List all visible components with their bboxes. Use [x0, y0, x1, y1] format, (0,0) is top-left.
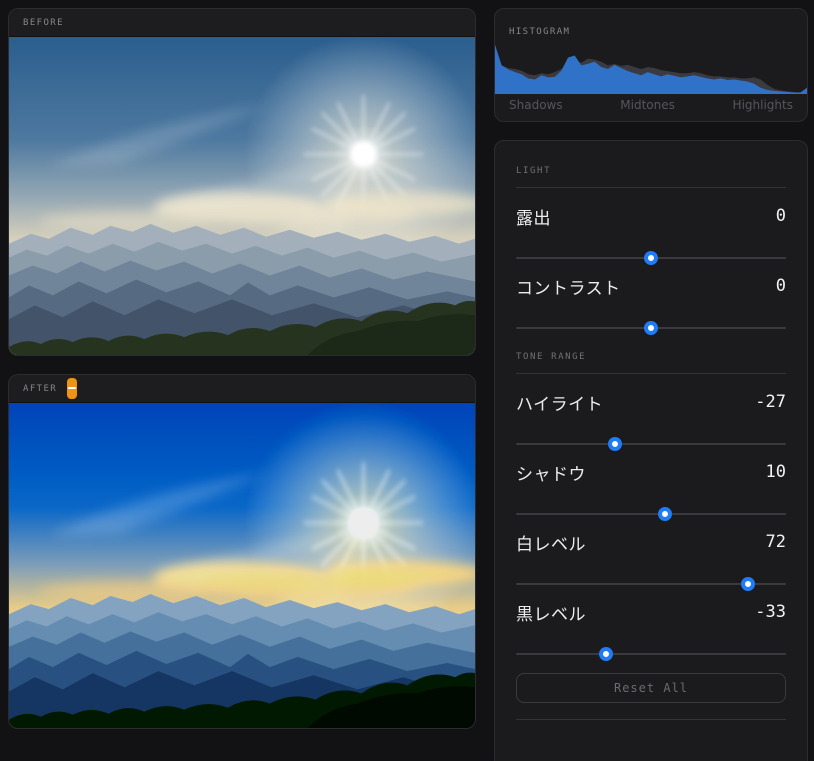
slider-highlights: ハイライト -27: [516, 390, 786, 451]
histogram-header: HISTOGRAM: [495, 9, 807, 42]
histogram-chart: [495, 42, 807, 94]
slider-contrast: コントラスト 0: [516, 274, 786, 335]
slider-whites-track[interactable]: [516, 577, 786, 591]
slider-exposure-value: 0: [775, 206, 786, 226]
slider-highlights-value: -27: [755, 392, 786, 412]
slider-shadows-label: シャドウ: [516, 464, 586, 485]
slider-contrast-label: コントラスト: [516, 278, 621, 299]
section-divider: [516, 187, 786, 188]
slider-blacks-value: -33: [755, 602, 786, 622]
slider-blacks-thumb[interactable]: [599, 647, 614, 661]
bottom-divider: [516, 719, 786, 720]
slider-exposure-thumb[interactable]: [644, 251, 658, 265]
histogram-title: HISTOGRAM: [509, 27, 571, 37]
edit-column: HISTOGRAM Shadows Midtones Highlights LI…: [494, 8, 808, 761]
slider-shadows-track[interactable]: [516, 507, 786, 521]
section-tone-range: TONE RANGE: [516, 351, 786, 374]
slider-exposure-label: 露出: [516, 208, 551, 229]
slider-whites: 白レベル 72: [516, 530, 786, 591]
section-light-title: LIGHT: [516, 166, 552, 176]
histogram-axis-labels: Shadows Midtones Highlights: [495, 94, 807, 121]
slider-highlights-track[interactable]: [516, 437, 786, 451]
section-divider: [516, 373, 786, 374]
histogram-panel: HISTOGRAM Shadows Midtones Highlights: [494, 8, 808, 122]
adjustments-panel: LIGHT 露出 0 コントラスト 0 TONE RANGE ハイライト -27…: [494, 140, 808, 761]
slider-contrast-thumb[interactable]: [644, 321, 658, 335]
before-image: [9, 37, 475, 355]
slider-whites-value: 72: [765, 532, 786, 552]
slider-highlights-label: ハイライト: [516, 394, 604, 415]
slider-shadows-value: 10: [765, 462, 786, 482]
slider-blacks-track[interactable]: [516, 647, 786, 661]
slider-shadows: シャドウ 10: [516, 460, 786, 521]
reset-all-button[interactable]: Reset All: [516, 673, 786, 703]
preview-column: BEFORE AFTER: [8, 8, 476, 747]
section-tone-range-title: TONE RANGE: [516, 352, 587, 362]
after-panel-title: AFTER: [23, 383, 58, 394]
edited-indicator-icon: [67, 378, 78, 399]
section-light: LIGHT: [516, 165, 786, 188]
before-panel-title: BEFORE: [23, 17, 64, 28]
app-root: BEFORE AFTER HISTOGRAM Shadows Midtones …: [0, 0, 814, 761]
slider-exposure-track[interactable]: [516, 251, 786, 265]
slider-shadows-thumb[interactable]: [657, 507, 672, 521]
slider-highlights-thumb[interactable]: [607, 437, 622, 451]
after-panel: AFTER: [8, 374, 476, 729]
slider-blacks-label: 黒レベル: [516, 604, 586, 625]
slider-exposure: 露出 0: [516, 204, 786, 265]
after-panel-header: AFTER: [9, 375, 475, 403]
after-image: [9, 403, 475, 728]
slider-whites-thumb[interactable]: [741, 577, 756, 591]
histogram-label-shadows: Shadows: [509, 98, 563, 112]
slider-contrast-track[interactable]: [516, 321, 786, 335]
slider-contrast-value: 0: [775, 276, 786, 296]
histogram-label-highlights: Highlights: [732, 98, 793, 112]
slider-whites-label: 白レベル: [516, 534, 586, 555]
slider-blacks: 黒レベル -33: [516, 600, 786, 661]
histogram-label-midtones: Midtones: [620, 98, 675, 112]
before-panel: BEFORE: [8, 8, 476, 356]
before-panel-header: BEFORE: [9, 9, 475, 37]
